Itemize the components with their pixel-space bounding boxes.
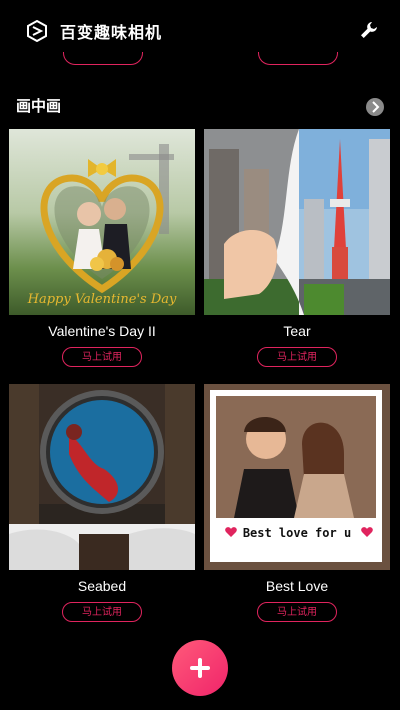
effect-card[interactable]: Happy Valentine's Day Valentine's Day II… (9, 129, 195, 367)
card-title: Tear (283, 323, 311, 339)
effect-card[interactable]: Tear 马上试用 (204, 129, 390, 367)
app-title: 百变趣味相机 (60, 23, 163, 42)
card-title: Valentine's Day II (48, 323, 156, 339)
seabed-thumbnail[interactable] (9, 384, 195, 570)
best-love-thumbnail[interactable]: Best love for u (204, 384, 390, 570)
try-now-button[interactable]: 马上试用 (62, 347, 142, 367)
app-header: 百变趣味相机 (0, 0, 400, 62)
app-logo-icon (27, 20, 47, 42)
card-title: Best Love (265, 578, 329, 594)
try-now-button[interactable]: 马上试用 (257, 347, 337, 367)
add-button[interactable] (172, 640, 228, 696)
chevron-right-icon[interactable] (366, 98, 384, 116)
card-title: Seabed (77, 578, 127, 594)
try-now-button[interactable]: 马上试用 (62, 602, 142, 622)
previous-try-button[interactable] (258, 52, 338, 65)
effect-card[interactable]: Best love for u Best Love 马上试用 (204, 384, 390, 622)
effect-card[interactable]: Seabed 马上试用 (9, 384, 195, 622)
thumbnail-caption: Happy Valentine's Day (27, 292, 177, 307)
tear-thumbnail[interactable] (204, 129, 390, 315)
try-now-button[interactable]: 马上试用 (257, 602, 337, 622)
wrench-icon[interactable] (360, 21, 378, 39)
section-title: 画中画 (16, 97, 62, 115)
valentines-thumbnail[interactable]: Happy Valentine's Day (9, 129, 195, 315)
previous-try-button[interactable] (63, 52, 143, 65)
